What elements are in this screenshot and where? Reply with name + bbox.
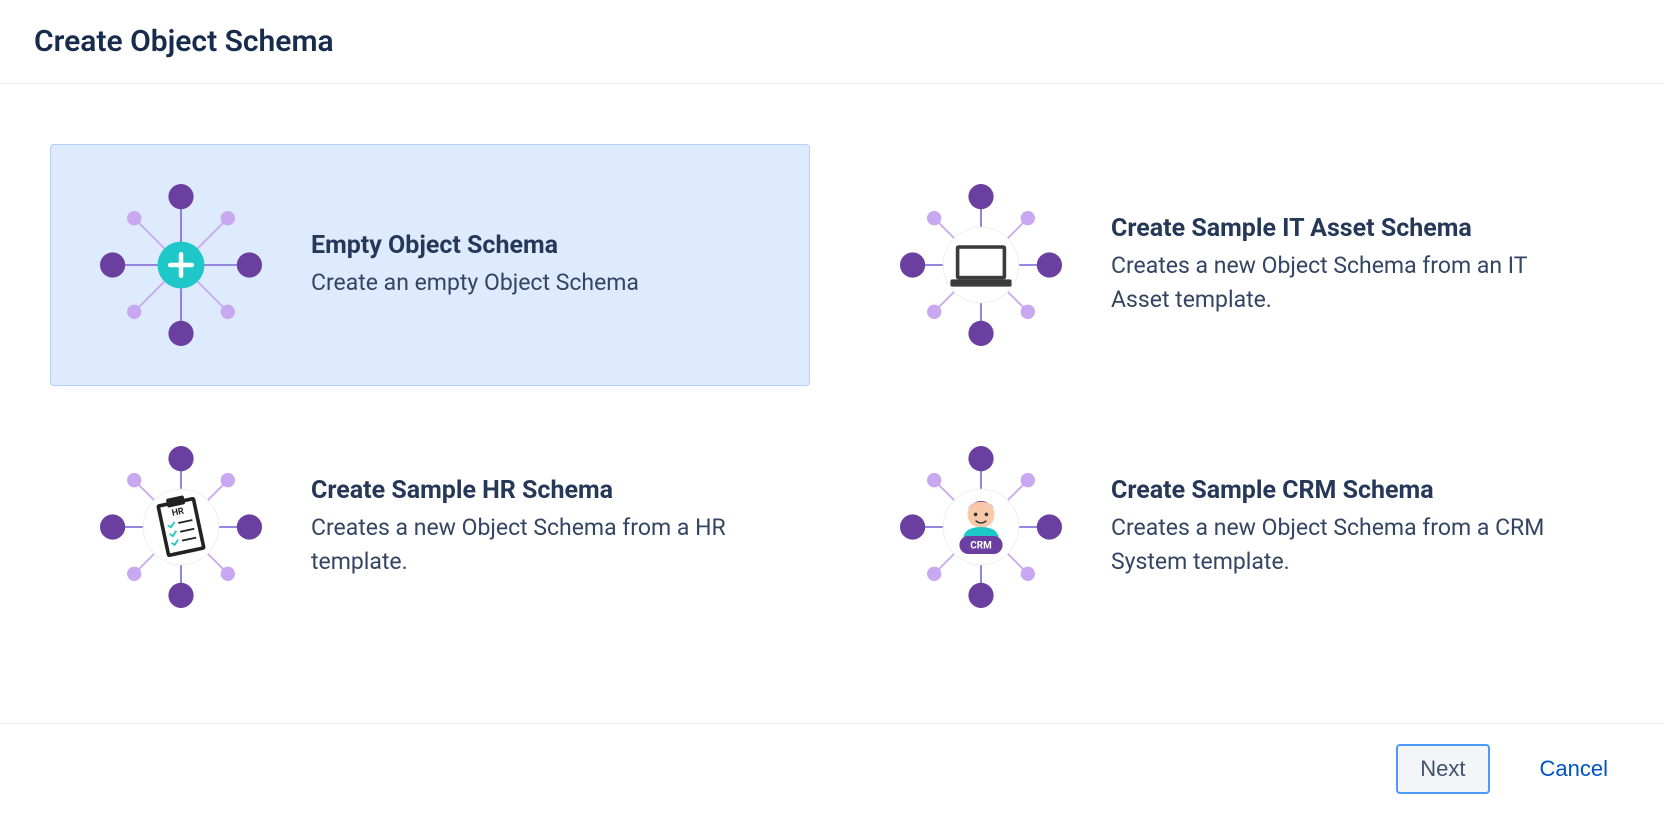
dialog-footer: Next Cancel [0,723,1664,814]
option-description: Create an empty Object Schema [311,266,779,299]
options-grid: Empty Object Schema Create an empty Obje… [50,144,1610,648]
dialog-title: Create Object Schema [34,24,1630,59]
option-description: Creates a new Object Schema from a HR te… [311,511,779,578]
option-text: Create Sample IT Asset Schema Creates a … [1111,214,1579,316]
option-crm-schema[interactable]: CRM Create Sample CRM Schema Creates a n… [850,406,1610,648]
option-title: Empty Object Schema [311,231,779,260]
crm-network-icon: CRM [881,427,1081,627]
laptop-network-icon [881,165,1081,365]
option-text: Create Sample HR Schema Creates a new Ob… [311,476,779,578]
dialog-header: Create Object Schema [0,0,1664,84]
option-title: Create Sample HR Schema [311,476,779,505]
option-it-asset-schema[interactable]: Create Sample IT Asset Schema Creates a … [850,144,1610,386]
option-empty-schema[interactable]: Empty Object Schema Create an empty Obje… [50,144,810,386]
option-text: Empty Object Schema Create an empty Obje… [311,231,779,299]
cancel-button[interactable]: Cancel [1518,746,1630,792]
option-text: Create Sample CRM Schema Creates a new O… [1111,476,1579,578]
option-hr-schema[interactable]: HR Create Sample HR Schema Creates a new… [50,406,810,648]
plus-network-icon [81,165,281,365]
option-title: Create Sample CRM Schema [1111,476,1579,505]
next-button[interactable]: Next [1396,744,1489,794]
option-title: Create Sample IT Asset Schema [1111,214,1579,243]
option-description: Creates a new Object Schema from an IT A… [1111,249,1579,316]
svg-text:CRM: CRM [970,541,992,552]
dialog-content: Empty Object Schema Create an empty Obje… [0,84,1664,723]
clipboard-network-icon: HR [81,427,281,627]
option-description: Creates a new Object Schema from a CRM S… [1111,511,1579,578]
